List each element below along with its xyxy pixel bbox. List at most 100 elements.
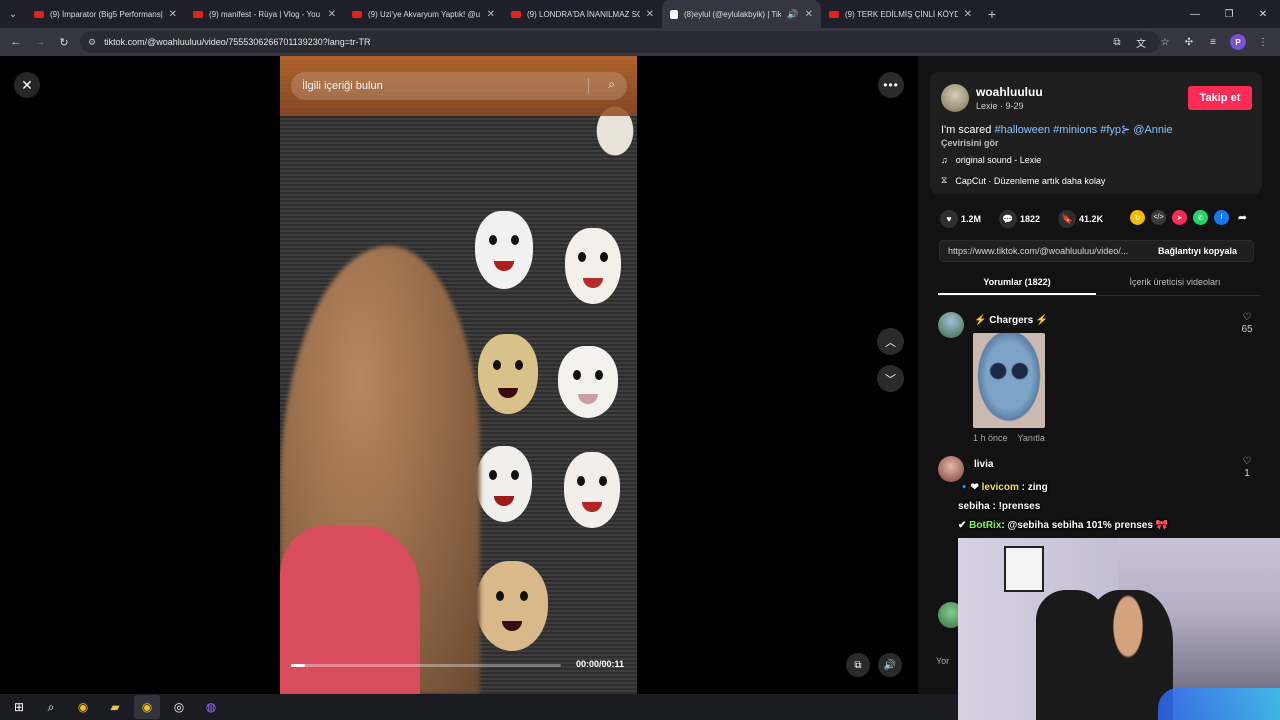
send-friends-icon[interactable]: ➤ (1172, 210, 1187, 225)
mask-prop (476, 446, 532, 522)
speaker-icon[interactable]: 🔊 (787, 9, 798, 20)
toolbar-icons: ⧉ 文 ☆ ✣ ≡ P ⋮ (1110, 31, 1270, 53)
creator-avatar[interactable] (941, 84, 969, 112)
url-field[interactable]: ⚙ tiktok.com/@woahluuluu/video/755530626… (80, 31, 1160, 53)
previous-video-button[interactable]: ︿ (877, 328, 904, 355)
youtube-icon (511, 10, 521, 18)
address-bar-row: ← → ↻ ⚙ tiktok.com/@woahluuluu/video/755… (0, 28, 1280, 56)
extensions-icon[interactable]: ✣ (1182, 31, 1196, 53)
messenger-icon[interactable]: ◍ (198, 695, 224, 719)
creator-meta: Lexie · 9-29 (976, 101, 1024, 111)
comment-button[interactable]: 💬 1822 (999, 210, 1040, 228)
bookmark-icon: 🔖 (1058, 210, 1077, 228)
panel-tabs: Yorumlar (1822) İçerik üreticisi videola… (938, 270, 1260, 296)
chrome-active-icon[interactable]: ◉ (134, 695, 160, 719)
browser-tab-active[interactable]: (8)eylul (@eylulakbyik) | Tik 🔊 ✕ (662, 0, 821, 28)
mask-prop (475, 211, 533, 289)
tab-creator-videos[interactable]: İçerik üreticisi videoları (1096, 270, 1254, 295)
mask-prop (558, 346, 618, 418)
restore-icon[interactable]: ❐ (1212, 0, 1246, 28)
tab-strip: ⌄ (9) İmparator (Big5 Performans| ✕ (9) m… (0, 0, 1280, 28)
media-controls-icon[interactable]: ≡ (1206, 31, 1220, 53)
whatsapp-icon[interactable]: ✆ (1193, 210, 1208, 225)
install-app-icon[interactable]: ⧉ (1110, 31, 1124, 53)
browser-tab[interactable]: (9) Uzi'ye Akvaryum Yaptık! @u ✕ (344, 0, 503, 28)
video-link-box: https://www.tiktok.com/@woahluuluu/video… (939, 240, 1254, 262)
bookmark-star-icon[interactable]: ☆ (1158, 31, 1172, 53)
more-options-button[interactable]: ••• (878, 72, 904, 98)
video-search-bar[interactable]: İlgili içeriği bulun ⌕ (291, 72, 627, 100)
close-tab-icon[interactable]: ✕ (964, 9, 972, 20)
close-tab-icon[interactable]: ✕ (805, 9, 813, 20)
mask-prop (476, 561, 548, 651)
close-tab-icon[interactable]: ✕ (646, 9, 654, 20)
comment-sticker-image (973, 333, 1045, 428)
site-info-icon[interactable]: ⚙ (88, 37, 96, 48)
browser-tab[interactable]: (9) LONDRA'DA İNANILMAZ SO ✕ (503, 0, 662, 28)
comment-like-button[interactable]: ♡ 1 (1237, 456, 1257, 479)
next-video-button[interactable]: ﹀ (877, 365, 904, 392)
tab-comments[interactable]: Yorumlar (1822) (938, 270, 1096, 295)
commenter-name[interactable]: livia (974, 459, 993, 470)
sound-link[interactable]: ♫ original sound - Lexie (941, 155, 1041, 165)
browser-tab[interactable]: (9) TERK EDİLMİŞ ÇİNLİ KÖYDE ✕ (821, 0, 980, 28)
commenter-avatar[interactable] (938, 312, 964, 338)
translate-icon[interactable]: 文 (1134, 31, 1148, 53)
close-tab-icon[interactable]: ✕ (487, 9, 495, 20)
tab-search-chevron-icon[interactable]: ⌄ (0, 0, 26, 28)
mask-prop (478, 334, 538, 414)
embed-icon[interactable]: </> (1151, 210, 1166, 225)
caption-hashtags[interactable]: #halloween #minions #fyp⊱ @Annie (994, 124, 1172, 136)
new-tab-button[interactable]: + (980, 6, 1004, 22)
obs-icon[interactable]: ◎ (166, 695, 192, 719)
comment-icon: 💬 (999, 210, 1018, 228)
search-divider (588, 78, 589, 94)
video-progress-fill (291, 664, 305, 667)
mask-prop (565, 228, 621, 304)
follow-button[interactable]: Takip et (1188, 86, 1252, 110)
close-tab-icon[interactable]: ✕ (328, 9, 336, 20)
search-icon[interactable]: ⌕ (608, 77, 615, 92)
repost-icon[interactable]: ↻ (1130, 210, 1145, 225)
profile-avatar[interactable]: P (1230, 34, 1246, 50)
copy-link-button[interactable]: Bağlantıyı kopyala (1154, 246, 1237, 256)
minimize-icon[interactable]: — (1178, 0, 1212, 28)
stream-chat-overlay: 🔹❤ levicom : zing sebiha : !prenses ✔ Bo… (958, 478, 1168, 535)
file-explorer-icon[interactable]: ▰ (102, 695, 128, 719)
share-arrow-icon[interactable]: ➦ (1235, 210, 1250, 225)
video-player[interactable]: İlgili içeriği bulun ⌕ 00:00/00:11 (280, 56, 637, 694)
youtube-icon (34, 10, 44, 18)
tiktok-icon (670, 9, 678, 19)
save-button[interactable]: 🔖 41.2K (1058, 210, 1103, 228)
reply-link[interactable]: Yanıtla (1018, 433, 1045, 443)
volume-icon[interactable]: 🔊 (878, 653, 902, 677)
video-info-card: woahluuluu Lexie · 9-29 Takip et I'm sca… (930, 72, 1262, 194)
forward-icon[interactable]: → (28, 30, 52, 54)
video-progress-bar[interactable] (291, 664, 561, 667)
search-icon[interactable]: ⌕ (38, 695, 64, 719)
back-icon[interactable]: ← (4, 30, 28, 54)
commenter-name[interactable]: ⚡ Chargers ⚡ (974, 315, 1048, 326)
video-link-text: https://www.tiktok.com/@woahluuluu/video… (948, 246, 1129, 256)
menu-kebab-icon[interactable]: ⋮ (1256, 31, 1270, 53)
chrome-icon[interactable]: ◉ (70, 695, 96, 719)
browser-tab[interactable]: (9) manifest - Rüya | Vlog - You ✕ (185, 0, 344, 28)
comment-input-field[interactable]: Yor (936, 656, 960, 676)
capcut-link[interactable]: ⧖ CapCut · Düzenleme artık daha kolay (941, 175, 1105, 186)
comment-like-button[interactable]: ♡ 65 (1237, 312, 1257, 335)
reload-icon[interactable]: ↻ (52, 30, 76, 54)
see-translation-link[interactable]: Çevirisini gör (941, 138, 999, 148)
facebook-icon[interactable]: f (1214, 210, 1229, 225)
close-window-icon[interactable]: ✕ (1246, 0, 1280, 28)
creator-username[interactable]: woahluuluu (976, 85, 1043, 99)
close-tab-icon[interactable]: ✕ (169, 9, 177, 20)
like-button[interactable]: ♥ 1.2M (940, 210, 981, 228)
music-note-icon: ♫ (941, 155, 948, 165)
close-video-button[interactable]: ✕ (14, 72, 40, 98)
webcam-led-light (1158, 688, 1280, 720)
floating-player-icon[interactable]: ⧉ (846, 653, 870, 677)
engagement-stats: ♥ 1.2M 💬 1822 🔖 41.2K (940, 210, 1113, 228)
browser-tab[interactable]: (9) İmparator (Big5 Performans| ✕ (26, 0, 185, 28)
windows-start-icon[interactable]: ⊞ (6, 695, 32, 719)
streamer-webcam (958, 538, 1280, 720)
